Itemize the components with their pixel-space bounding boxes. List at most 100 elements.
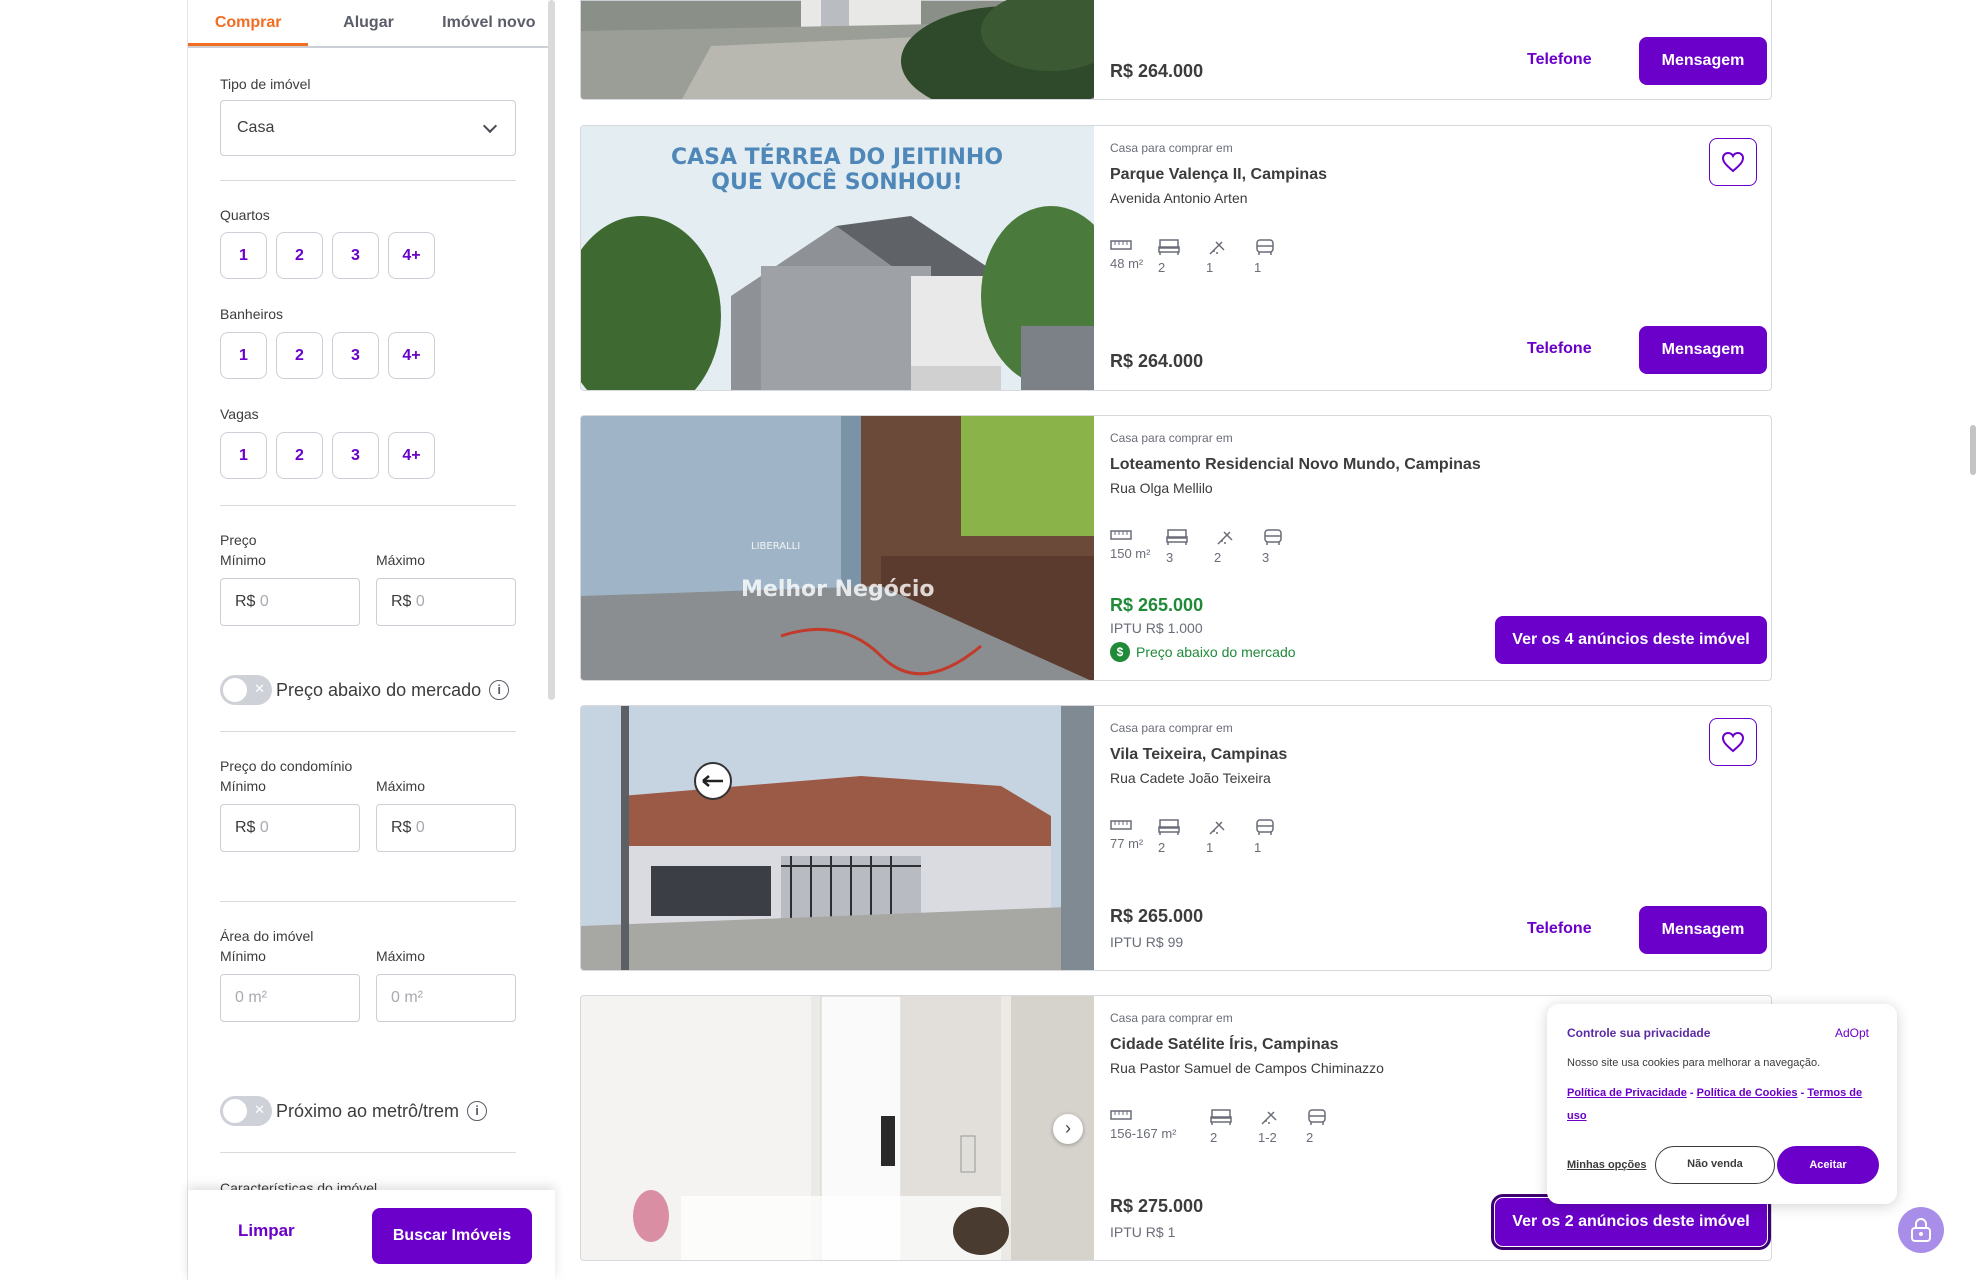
- preco-max-input[interactable]: R$ 0: [376, 578, 516, 626]
- listing-price: R$ 265.000: [1110, 595, 1204, 615]
- preco-min-input[interactable]: R$ 0: [220, 578, 360, 626]
- condominio-min-input[interactable]: R$ 0: [220, 804, 360, 852]
- preco-min-label: Mínimo: [220, 552, 266, 568]
- tab-comprar[interactable]: Comprar: [188, 0, 309, 46]
- listing-card[interactable]: R$ 264.000 Telefone Mensagem: [580, 0, 1772, 100]
- preco-abaixo-toggle-row: ✕ Preço abaixo do mercado i: [220, 675, 510, 705]
- banheiros-chip-4plus[interactable]: 4+: [388, 332, 435, 379]
- listing-title[interactable]: Vila Teixeira, Campinas: [1110, 746, 1287, 764]
- preco-max-label: Máximo: [376, 552, 426, 568]
- listing-title[interactable]: Cidade Satélite Íris, Campinas: [1110, 1036, 1339, 1054]
- sidebar-action-bar: Limpar Buscar Imóveis: [188, 1190, 555, 1280]
- privacy-settings-button[interactable]: [1898, 1207, 1944, 1253]
- tipo-imovel-value: Casa: [237, 119, 275, 136]
- mensagem-button[interactable]: Mensagem: [1639, 326, 1767, 374]
- vagas-value: 2: [1306, 1130, 1314, 1145]
- adopt-brand: AdOpt: [1834, 1026, 1869, 1040]
- favorite-button[interactable]: [1709, 138, 1757, 186]
- listing-body: Casa para comprar em Vila Teixeira, Camp…: [1110, 706, 1771, 970]
- sidebar-scrollbar[interactable]: [548, 0, 555, 700]
- area-value: 156-167 m²: [1110, 1126, 1177, 1141]
- cookie-options-link[interactable]: Minhas opções: [1567, 1159, 1646, 1171]
- divider: [220, 731, 516, 732]
- info-icon[interactable]: i: [489, 680, 510, 700]
- telefone-button[interactable]: Telefone: [1527, 920, 1592, 938]
- vagas-chip-3[interactable]: 3: [332, 432, 379, 479]
- next-photo-button[interactable]: ›: [1053, 1114, 1083, 1144]
- tab-alugar[interactable]: Alugar: [308, 0, 428, 46]
- link-separator: -: [1800, 1087, 1805, 1099]
- area-max-label: Máximo: [376, 948, 426, 964]
- quartos-amenity: 3: [1166, 528, 1214, 565]
- vagas-value: 1: [1254, 840, 1262, 855]
- tipo-imovel-select[interactable]: Casa: [220, 100, 516, 156]
- area-max-input[interactable]: 0 m²: [376, 974, 516, 1022]
- toggle-knob: [223, 678, 247, 702]
- favorite-button[interactable]: [1709, 718, 1757, 766]
- toggle-knob: [223, 1099, 247, 1123]
- vagas-chip-1[interactable]: 1: [220, 432, 267, 479]
- heart-icon: [1721, 151, 1745, 173]
- limpar-button[interactable]: Limpar: [238, 1221, 295, 1241]
- quartos-label: Quartos: [220, 207, 270, 223]
- nao-venda-button[interactable]: Não venda: [1655, 1146, 1775, 1184]
- area-value: 77 m²: [1110, 836, 1144, 851]
- metro-label: Próximo ao metrô/trem: [276, 1100, 460, 1121]
- banheiros-amenity: 2: [1214, 528, 1262, 565]
- quartos-value: 3: [1166, 550, 1174, 565]
- photo-headline-1: CASA TÉRREA DO JEITINHO: [671, 144, 1003, 170]
- listing-title[interactable]: Parque Valença II, Campinas: [1110, 166, 1327, 184]
- cookie-links: Política de Privacidade - Política de Co…: [1567, 1082, 1877, 1128]
- listing-card[interactable]: CASA TÉRREA DO JEITINHO QUE VOCÊ SONHOU!…: [580, 125, 1772, 391]
- listing-photo[interactable]: ›: [581, 996, 1094, 1260]
- quartos-chip-1[interactable]: 1: [220, 232, 267, 279]
- banheiros-chip-3[interactable]: 3: [332, 332, 379, 379]
- info-icon[interactable]: i: [467, 1101, 488, 1121]
- vagas-amenity: 2: [1306, 1108, 1354, 1145]
- ver-anuncios-button[interactable]: Ver os 4 anúncios deste imóvel: [1495, 616, 1767, 664]
- privacy-policy-link[interactable]: Política de Privacidade: [1567, 1087, 1687, 1099]
- page-scrollbar[interactable]: [1970, 425, 1976, 475]
- quartos-chip-2[interactable]: 2: [276, 232, 323, 279]
- listing-body: R$ 264.000 Telefone Mensagem: [1110, 0, 1771, 99]
- vagas-value: 1: [1254, 260, 1262, 275]
- buscar-imoveis-button[interactable]: Buscar Imóveis: [372, 1208, 532, 1264]
- divider: [220, 505, 516, 506]
- listing-card[interactable]: LIBERALLI Melhor Negócio Casa para compr…: [580, 415, 1772, 681]
- ver-anuncios-button[interactable]: Ver os 2 anúncios deste imóvel: [1491, 1194, 1771, 1250]
- listing-iptu: IPTU R$ 1.000: [1110, 620, 1203, 636]
- preco-abaixo-toggle[interactable]: ✕: [220, 675, 272, 705]
- tab-imovel-novo[interactable]: Imóvel novo: [429, 0, 549, 46]
- vagas-chip-4plus[interactable]: 4+: [388, 432, 435, 479]
- vagas-chip-2[interactable]: 2: [276, 432, 323, 479]
- area-amenity: 150 m²: [1110, 528, 1158, 565]
- ruler-icon: [1110, 820, 1132, 830]
- listing-photo[interactable]: CASA TÉRREA DO JEITINHO QUE VOCÊ SONHOU!: [581, 126, 1094, 390]
- banheiros-chip-2[interactable]: 2: [276, 332, 323, 379]
- placeholder: 0 m²: [235, 989, 267, 1006]
- condominio-max-label: Máximo: [376, 778, 426, 794]
- quartos-chip-3[interactable]: 3: [332, 232, 379, 279]
- listing-card[interactable]: Casa para comprar em Vila Teixeira, Camp…: [580, 705, 1772, 971]
- listing-photo[interactable]: [581, 0, 1094, 99]
- listing-title[interactable]: Loteamento Residencial Novo Mundo, Campi…: [1110, 456, 1481, 474]
- listing-photo[interactable]: [581, 706, 1094, 970]
- placeholder: 0: [415, 819, 425, 836]
- aceitar-button[interactable]: Aceitar: [1777, 1146, 1879, 1184]
- quartos-chip-4plus[interactable]: 4+: [388, 232, 435, 279]
- amenities: 156-167 m² 2 1-2 2: [1110, 1108, 1354, 1145]
- car-icon: [1256, 239, 1274, 255]
- banheiros-amenity: 1: [1206, 818, 1254, 855]
- tipo-imovel-label: Tipo de imóvel: [220, 76, 311, 92]
- banheiros-chip-1[interactable]: 1: [220, 332, 267, 379]
- mensagem-button[interactable]: Mensagem: [1639, 906, 1767, 954]
- listing-photo[interactable]: LIBERALLI Melhor Negócio: [581, 416, 1094, 680]
- mensagem-button[interactable]: Mensagem: [1639, 37, 1767, 85]
- telefone-button[interactable]: Telefone: [1527, 340, 1592, 358]
- telefone-button[interactable]: Telefone: [1527, 51, 1592, 69]
- banheiros-amenity: 1: [1206, 238, 1254, 275]
- metro-toggle[interactable]: ✕: [220, 1096, 272, 1126]
- area-min-input[interactable]: 0 m²: [220, 974, 360, 1022]
- cookie-policy-link[interactable]: Política de Cookies: [1697, 1087, 1798, 1099]
- condominio-max-input[interactable]: R$ 0: [376, 804, 516, 852]
